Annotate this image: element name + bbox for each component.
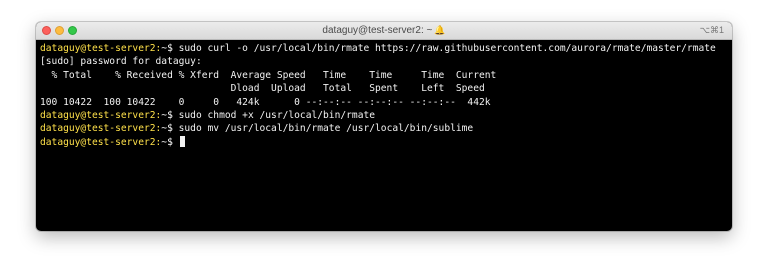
terminal-line-output: [sudo] password for dataguy:: [40, 56, 202, 68]
terminal-line-command: dataguy@test-server2:~$ sudo curl -o /us…: [40, 42, 732, 55]
terminal-line-command: dataguy@test-server2:~$ sudo mv /usr/loc…: [40, 122, 732, 135]
prompt-user-host: dataguy@test-server2:: [40, 109, 162, 121]
bell-icon: 🔔: [434, 25, 446, 35]
terminal-line-output: Dload Upload Total Spent Left Speed: [40, 83, 485, 95]
prompt-user-host: dataguy@test-server2:: [40, 123, 162, 135]
prompt-path: ~$: [161, 43, 173, 54]
terminal-line-output: % Total % Received % Xferd Average Speed…: [40, 69, 497, 81]
command-text: sudo mv /usr/local/bin/rmate /usr/local/…: [172, 123, 474, 135]
terminal-line-command: dataguy@test-server2:~$ sudo chmod +x /u…: [40, 109, 732, 122]
text-cursor[interactable]: [179, 135, 185, 147]
terminal-output[interactable]: dataguy@test-server2:~$ sudo curl -o /us…: [36, 40, 732, 231]
window-title: dataguy@test-server2: ~ 🔔: [36, 22, 732, 39]
prompt-path: ~$: [161, 109, 173, 121]
terminal-line-active-prompt: dataguy@test-server2:~$: [40, 135, 732, 149]
terminal-window: dataguy@test-server2: ~ 🔔 ⌥⌘1 dataguy@tes…: [36, 22, 732, 231]
prompt-user-host: dataguy@test-server2:: [40, 43, 162, 54]
command-text: sudo chmod +x /usr/local/bin/rmate: [172, 109, 376, 121]
prompt-path: ~$: [161, 136, 173, 148]
command-text: sudo curl -o /usr/local/bin/rmate https:…: [172, 43, 716, 54]
terminal-line-output: 100 10422 100 10422 0 0 424k 0 --:--:-- …: [40, 96, 491, 108]
title-bar[interactable]: dataguy@test-server2: ~ 🔔 ⌥⌘1: [36, 22, 732, 40]
prompt-path: ~$: [161, 123, 173, 135]
window-title-text: dataguy@test-server2: ~: [322, 25, 433, 36]
prompt-user-host: dataguy@test-server2:: [40, 136, 162, 148]
window-shortcut-label: ⌥⌘1: [699, 25, 724, 35]
